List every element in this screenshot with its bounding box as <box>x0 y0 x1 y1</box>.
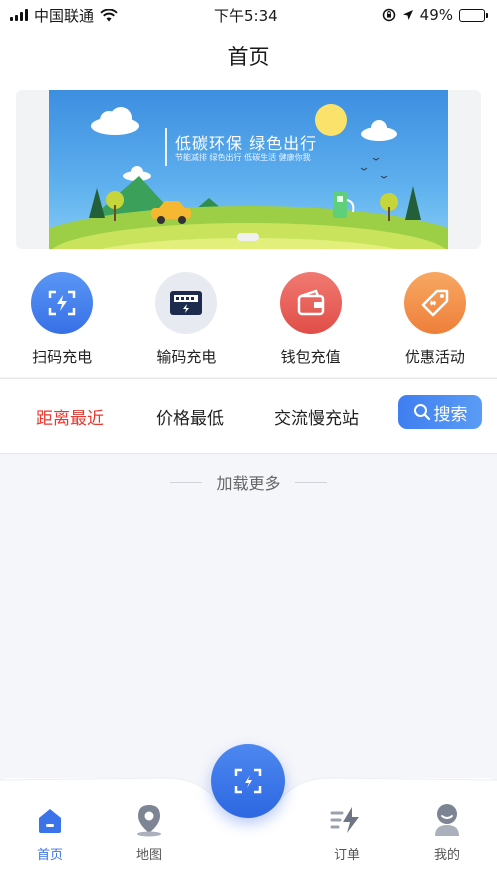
banner-divider <box>165 128 167 166</box>
banner-title: 低碳环保 绿色出行 <box>175 134 318 153</box>
location-arrow-icon <box>402 10 413 20</box>
status-time: 下午5:34 <box>214 6 278 25</box>
banner-illustration <box>49 104 448 249</box>
scan-charge-icon <box>31 272 94 334</box>
wallet-icon <box>279 272 342 334</box>
tab-orders-label: 订单 <box>333 848 360 863</box>
order-bolt-icon <box>330 802 364 838</box>
tab-map-label: 地图 <box>135 848 162 863</box>
promotions-label: 优惠活动 <box>404 348 465 366</box>
filter-lowest-price[interactable]: 价格最低 <box>156 404 224 429</box>
promotions-button[interactable]: 优惠活动 <box>373 272 497 372</box>
divider-left <box>170 481 203 483</box>
filter-ac-slow-charge[interactable]: 交流慢充站 <box>274 404 359 429</box>
banner-image[interactable]: 低碳环保 绿色出行 节能减排 绿色出行 低碳生活 健康你我 <box>49 90 448 249</box>
search-button[interactable]: 搜索 <box>398 395 482 429</box>
coupon-icon <box>403 272 466 334</box>
wifi-icon <box>100 8 118 21</box>
tab-orders[interactable]: 订单 <box>312 802 382 863</box>
code-charge-icon <box>155 272 218 334</box>
quick-actions: 扫码充电 输码充电 钱包充值 优惠活动 <box>0 272 497 372</box>
tab-profile[interactable]: 我的 <box>412 802 482 863</box>
load-more-label: 加载更多 <box>216 474 281 493</box>
wallet-topup-label: 钱包充值 <box>280 348 341 366</box>
carousel-indicator[interactable] <box>237 233 259 241</box>
tab-home[interactable]: 首页 <box>15 802 85 863</box>
tab-home-label: 首页 <box>36 848 63 863</box>
cellular-signal-icon <box>10 9 28 21</box>
status-bar: 中国联通 下午5:34 49% <box>0 0 497 30</box>
page-header: 首页 <box>0 30 497 82</box>
filter-nearest[interactable]: 距离最近 <box>36 404 104 429</box>
code-charge-button[interactable]: 输码充电 <box>124 272 248 372</box>
tab-profile-label: 我的 <box>433 848 460 863</box>
load-more[interactable]: 加载更多 <box>0 470 497 494</box>
center-scan-button[interactable] <box>211 744 285 818</box>
orientation-lock-icon <box>382 8 395 22</box>
battery-icon <box>459 8 488 22</box>
code-charge-label: 输码充电 <box>156 348 217 366</box>
carrier-name: 中国联通 <box>34 6 95 25</box>
divider-right <box>294 481 327 483</box>
search-icon <box>413 404 430 421</box>
page-title: 首页 <box>227 45 270 69</box>
station-filter-bar: 距离最近 价格最低 交流慢充站 搜索 <box>0 378 497 454</box>
scan-charge-label: 扫码充电 <box>32 348 93 366</box>
wallet-topup-button[interactable]: 钱包充值 <box>249 272 373 372</box>
profile-icon <box>432 802 462 838</box>
home-icon <box>35 802 65 838</box>
tab-map[interactable]: 地图 <box>114 802 184 863</box>
battery-percent: 49% <box>419 6 453 24</box>
map-pin-icon <box>133 802 165 838</box>
scan-charge-button[interactable]: 扫码充电 <box>0 272 124 372</box>
search-label: 搜索 <box>433 404 468 425</box>
banner-subtitle: 节能减排 绿色出行 低碳生活 健康你我 <box>175 153 311 162</box>
scan-icon <box>234 768 262 794</box>
